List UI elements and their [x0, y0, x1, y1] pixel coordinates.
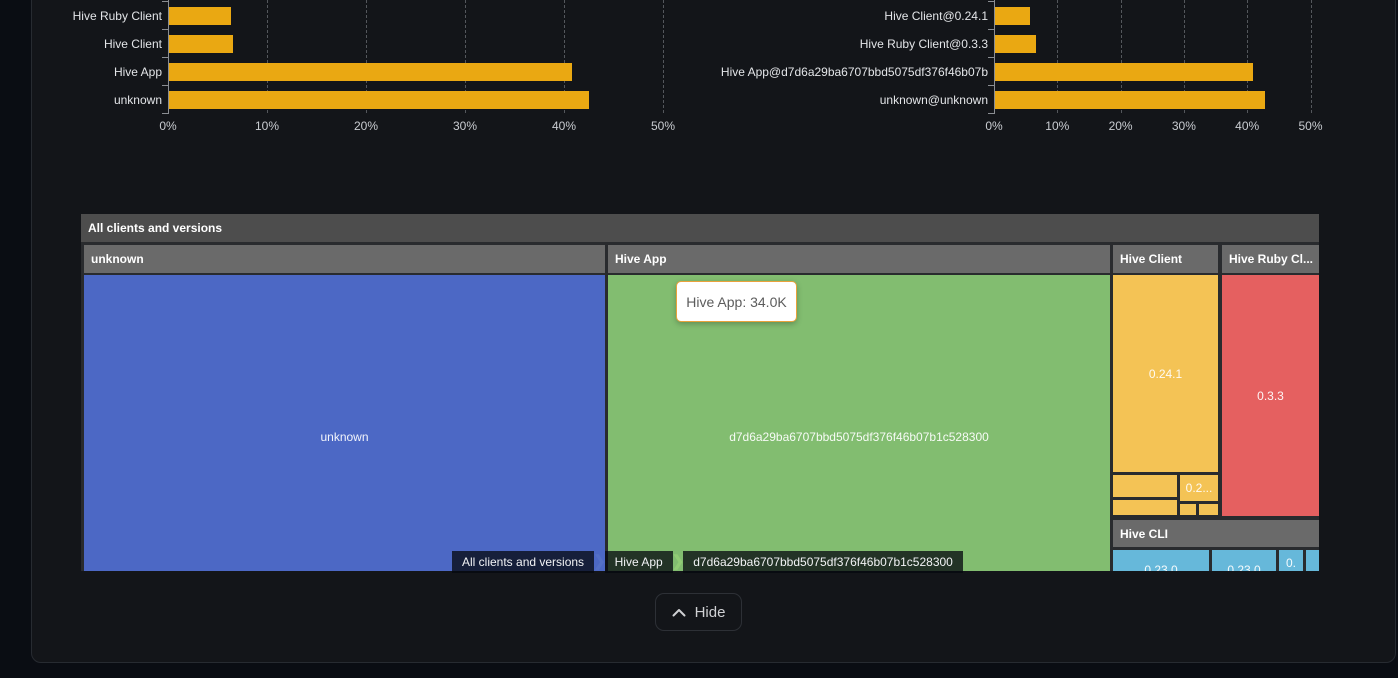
treemap-cell-label: d7d6a29ba6707bbd5075df376f46b07b1c528300 [729, 430, 989, 444]
y-axis-tick [988, 57, 994, 58]
treemap-cell[interactable]: unknown [84, 275, 605, 571]
hide-button-label: Hide [695, 604, 726, 621]
treemap-cell-label: 0.2... [1186, 481, 1213, 495]
chevron-up-icon [672, 608, 686, 617]
x-axis-tick-label: 40% [1219, 119, 1275, 133]
treemap-cell[interactable] [1113, 500, 1177, 515]
bar[interactable] [995, 35, 1036, 53]
treemap-cell[interactable]: 0.3.3 [1222, 275, 1319, 516]
treemap-cell-label: 0.23.0 [1227, 563, 1260, 571]
x-axis-tick-label: 0% [966, 119, 1022, 133]
treemap-breadcrumb: All clients and versions❯Hive App❯d7d6a2… [452, 551, 963, 573]
versions-bar-chart: 0% 10% 20% 30% 40% 50% Hive Client@0.24.1 Hive … [0, 0, 1398, 140]
breadcrumb-item[interactable]: Hive App [605, 551, 673, 573]
bar[interactable] [995, 7, 1030, 25]
treemap-cell[interactable] [1180, 504, 1196, 515]
treemap-cell[interactable] [1199, 504, 1218, 515]
treemap-root-header[interactable]: All clients and versions [81, 214, 1319, 242]
y-axis-tick [988, 29, 994, 30]
x-axis-tick-label: 10% [1029, 119, 1085, 133]
y-axis-tick [988, 85, 994, 86]
treemap-cell[interactable]: 0.24.1 [1113, 275, 1218, 472]
breadcrumb-item[interactable]: All clients and versions [452, 551, 594, 573]
treemap-cell-label: 0.23.0 [1144, 563, 1177, 571]
x-axis-tick-label: 50% [1283, 119, 1339, 133]
bar-category-label: Hive Client@0.24.1 [654, 7, 988, 25]
bar-category-label: Hive App@d7d6a29ba6707bbd5075df376f46b07… [654, 63, 988, 81]
treemap-cell-label: 0.3.3 [1257, 389, 1284, 403]
treemap-section-header[interactable]: Hive Client [1113, 245, 1218, 273]
bar[interactable] [995, 63, 1253, 81]
breadcrumb-item[interactable]: d7d6a29ba6707bbd5075df376f46b07b1c528300 [683, 551, 963, 573]
breadcrumb-arrow-icon: ❯ [672, 551, 685, 573]
treemap-tooltip: Hive App: 34.0K [676, 281, 797, 322]
usage-dashboard: 0%10%20%30%40%50%Hive Ruby ClientHive Cl… [0, 0, 1398, 678]
bar-category-label: Hive Ruby Client@0.3.3 [654, 35, 988, 53]
chart-gridline [1311, 0, 1312, 113]
bar-category-label: unknown@unknown [654, 91, 988, 109]
treemap-cell[interactable]: 0. [1279, 550, 1303, 571]
y-axis-tick [988, 113, 994, 114]
treemap-cell-label: unknown [320, 430, 368, 444]
treemap-cell[interactable]: 0.23.0 [1212, 550, 1276, 571]
treemap-cell[interactable] [1113, 475, 1177, 497]
treemap-cell[interactable] [1306, 550, 1319, 571]
x-axis-tick-label: 20% [1093, 119, 1149, 133]
treemap-cell-label: 0.24.1 [1149, 367, 1182, 381]
treemap-cell[interactable]: 0.2... [1180, 475, 1218, 501]
treemap-cell-label: 0. [1286, 556, 1296, 570]
clients-treemap[interactable]: All clients and versionsunknownunknownHi… [81, 214, 1319, 571]
treemap-section-header[interactable]: unknown [84, 245, 605, 273]
y-axis-tick [988, 1, 994, 2]
breadcrumb-arrow-icon: ❯ [593, 551, 606, 573]
treemap-tooltip-text: Hive App: 34.0K [686, 294, 786, 310]
hide-button[interactable]: Hide [655, 593, 742, 631]
bar[interactable] [995, 91, 1265, 109]
treemap-cell[interactable]: 0.23.0 [1113, 550, 1209, 571]
treemap-section-header[interactable]: Hive App [608, 245, 1110, 273]
x-axis-tick-label: 30% [1156, 119, 1212, 133]
treemap-section-header[interactable]: Hive CLI [1113, 520, 1319, 547]
treemap-section-header[interactable]: Hive Ruby Cl... [1222, 245, 1319, 273]
